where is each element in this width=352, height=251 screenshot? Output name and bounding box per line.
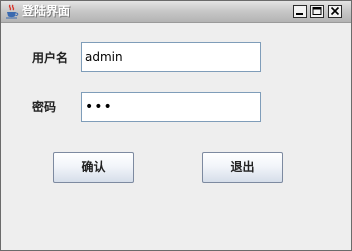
password-field[interactable]: ••• xyxy=(81,92,261,122)
title-bar[interactable]: 登陆界面 xyxy=(1,1,351,23)
username-label: 用户名 xyxy=(32,51,69,65)
maximize-button[interactable] xyxy=(310,5,324,18)
login-window: 登陆界面 用户名 密码 ••• 确认 退出 xyxy=(0,0,352,251)
exit-button[interactable]: 退出 xyxy=(202,152,283,183)
close-icon xyxy=(330,6,340,16)
close-button[interactable] xyxy=(328,5,342,18)
java-coffee-cup-icon xyxy=(5,4,19,19)
maximize-icon xyxy=(312,7,322,15)
window-title: 登陆界面 xyxy=(22,4,71,18)
minimize-icon xyxy=(296,13,303,15)
confirm-button[interactable]: 确认 xyxy=(53,152,134,183)
password-mask: ••• xyxy=(85,99,113,115)
username-field[interactable] xyxy=(81,42,261,72)
minimize-button[interactable] xyxy=(293,5,307,18)
password-label: 密码 xyxy=(32,100,57,114)
